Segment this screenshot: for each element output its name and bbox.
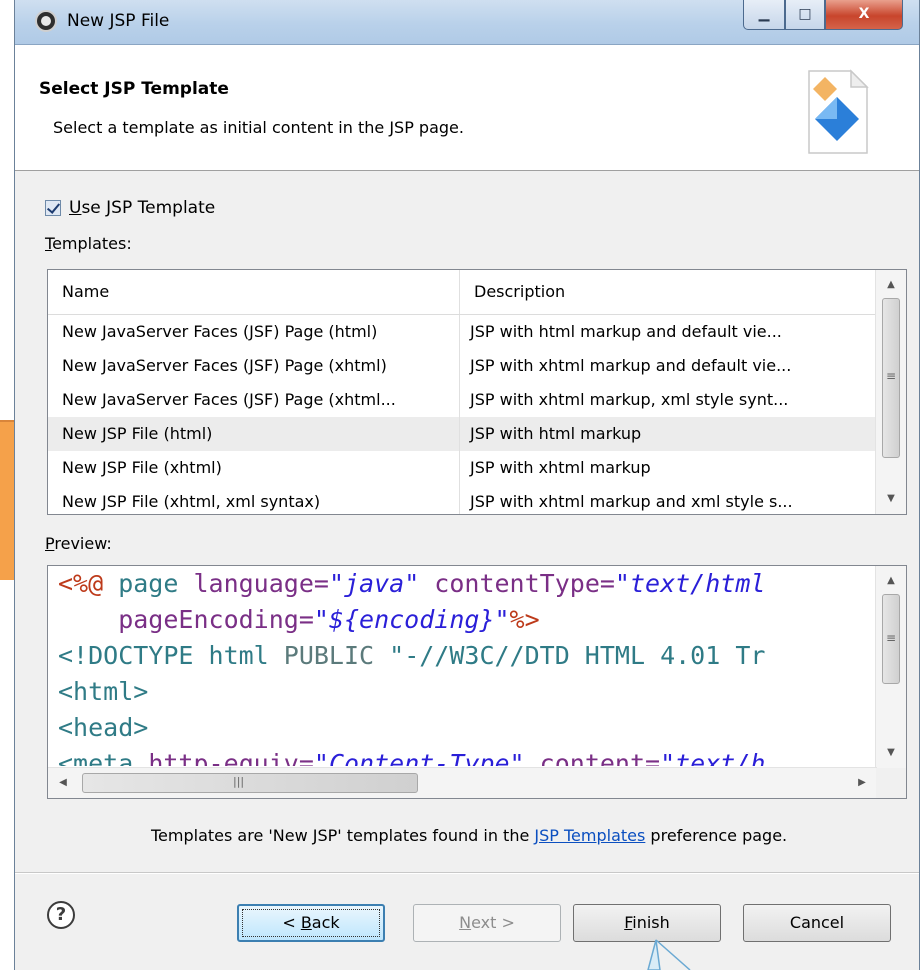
preview-vertical-scrollbar[interactable]: ▲ ≡ ▼ (875, 566, 906, 768)
code-line: <head> (58, 713, 149, 742)
scroll-down-icon[interactable]: ▼ (876, 486, 906, 512)
code-line: <meta http-equiv="Content-Type" content=… (58, 749, 766, 766)
grip-icon: ≡ (886, 631, 897, 645)
template-description-cell: JSP with html markup and default vie... (470, 322, 782, 341)
page-description: Select a template as initial content in … (53, 118, 464, 137)
templates-vertical-scrollbar[interactable]: ▲ ≡ ▼ (875, 270, 906, 514)
templates-table[interactable]: Name Description New JavaServer Faces (J… (47, 269, 907, 515)
code-line: pageEncoding="${encoding}"%> (58, 605, 540, 634)
template-name-cell: New JSP File (html) (48, 417, 460, 451)
help-icon[interactable]: ? (47, 901, 75, 929)
checkbox-checked-icon[interactable] (45, 200, 61, 216)
maximize-button[interactable]: □ (785, 0, 825, 30)
next-button[interactable]: Next > (413, 904, 561, 942)
template-name-cell: New JavaServer Faces (JSF) Page (xhtml) (48, 349, 460, 383)
title-bar[interactable]: New JSP File ▁ □ X (15, 0, 919, 45)
table-row[interactable]: New JavaServer Faces (JSF) Page (xhtml) … (48, 349, 875, 383)
template-name-cell: New JavaServer Faces (JSF) Page (xhtml..… (48, 383, 460, 417)
minimize-button[interactable]: ▁ (743, 0, 785, 30)
button-bar-divider (15, 872, 919, 874)
scrollbar-corner (876, 768, 906, 798)
preview-label: Preview: (45, 534, 112, 553)
scrollbar-thumb[interactable]: ≡ (882, 298, 900, 458)
code-line: <!DOCTYPE html PUBLIC "-//W3C//DTD HTML … (58, 641, 766, 670)
close-button[interactable]: X (825, 0, 903, 30)
table-header: Name Description (48, 270, 875, 315)
table-row[interactable]: New JSP File (xhtml) JSP with xhtml mark… (48, 451, 875, 485)
template-name-cell: New JSP File (xhtml, xml syntax) (48, 485, 460, 514)
code-area[interactable]: <%@ page language="java" contentType="te… (58, 566, 876, 766)
scroll-down-icon[interactable]: ▼ (876, 740, 906, 766)
close-icon: X (858, 6, 870, 22)
scroll-left-icon[interactable]: ◀ (50, 770, 76, 796)
table-row-selected[interactable]: New JSP File (html) JSP with html markup (48, 417, 875, 451)
column-header-name[interactable]: Name (48, 270, 460, 314)
callout-arrow-left (0, 420, 14, 580)
cancel-button[interactable]: Cancel (743, 904, 891, 942)
use-jsp-template-checkbox[interactable]: Use JSP Template (45, 198, 215, 218)
preview-code-viewer[interactable]: <%@ page language="java" contentType="te… (47, 565, 907, 799)
scroll-up-icon[interactable]: ▲ (876, 272, 906, 298)
table-row[interactable]: New JavaServer Faces (JSF) Page (html) J… (48, 315, 875, 349)
window-title: New JSP File (67, 11, 170, 31)
focus-ring (242, 909, 380, 937)
new-jsp-file-dialog: New JSP File ▁ □ X Select JSP Template S… (14, 0, 920, 970)
table-row[interactable]: New JavaServer Faces (JSF) Page (xhtml..… (48, 383, 875, 417)
preview-horizontal-scrollbar[interactable]: ◀ ||| ▶ (48, 767, 877, 798)
template-description-cell: JSP with xhtml markup and default vie... (470, 356, 792, 375)
grip-icon: ≡ (886, 369, 897, 383)
finish-button[interactable]: Finish (573, 904, 721, 942)
minimize-icon: ▁ (758, 6, 770, 22)
back-button[interactable]: < Back (237, 904, 385, 942)
code-line: <html> (58, 677, 149, 706)
template-name-cell: New JSP File (xhtml) (48, 451, 460, 485)
scroll-right-icon[interactable]: ▶ (849, 770, 875, 796)
wizard-header: Select JSP Template Select a template as… (15, 45, 919, 171)
template-description-cell: JSP with xhtml markup (470, 458, 651, 477)
template-description-cell: JSP with html markup (470, 424, 642, 443)
templates-info-note: Templates are 'New JSP' templates found … (151, 826, 788, 845)
maximize-icon: □ (798, 6, 812, 22)
jsp-file-wizard-icon (808, 69, 869, 154)
scrollbar-thumb[interactable]: ≡ (882, 594, 900, 684)
template-name-cell: New JavaServer Faces (JSF) Page (html) (48, 315, 460, 349)
scrollbar-thumb[interactable]: ||| (82, 773, 418, 793)
templates-label: Templates: (45, 234, 132, 253)
grip-icon: ||| (233, 775, 245, 788)
template-description-cell: JSP with xhtml markup and xml style s... (470, 492, 793, 511)
eclipse-app-icon (35, 10, 57, 32)
column-header-description[interactable]: Description (460, 270, 875, 314)
code-line: <%@ page language="java" contentType="te… (58, 569, 766, 598)
scroll-up-icon[interactable]: ▲ (876, 568, 906, 594)
page-title: Select JSP Template (39, 79, 229, 99)
use-jsp-template-label: Use JSP Template (69, 198, 216, 218)
template-description-cell: JSP with xhtml markup, xml style synt... (470, 390, 789, 409)
table-row[interactable]: New JSP File (xhtml, xml syntax) JSP wit… (48, 485, 875, 514)
jsp-templates-link[interactable]: JSP Templates (534, 826, 645, 845)
